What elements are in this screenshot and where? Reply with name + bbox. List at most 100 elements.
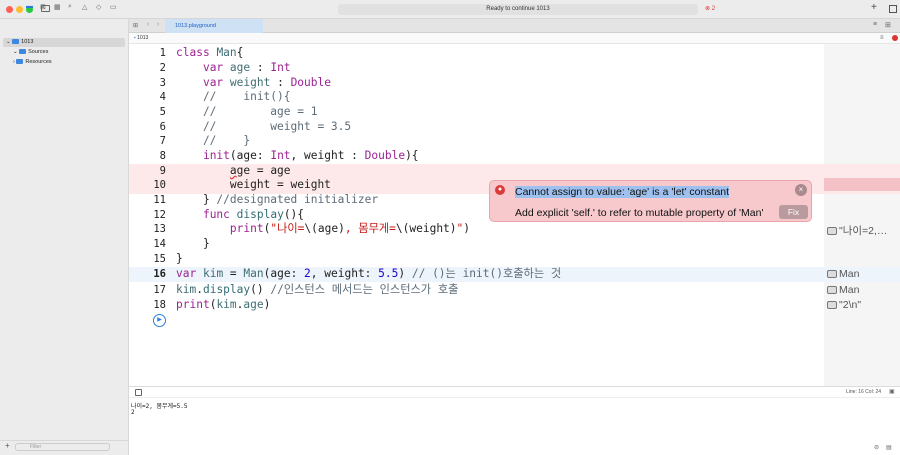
- hide-console-icon[interactable]: [135, 389, 142, 396]
- code-line-3: var weight : Double: [202, 76, 331, 89]
- line-number[interactable]: 17: [129, 283, 166, 298]
- quick-look-icon[interactable]: [827, 270, 837, 279]
- error-indicator-icon[interactable]: [892, 35, 898, 41]
- code-line-12: func display(){: [202, 208, 305, 221]
- line-number[interactable]: 2: [129, 61, 166, 76]
- close-window-button[interactable]: [6, 6, 13, 13]
- result-value: "나이=2,…: [839, 225, 888, 237]
- quick-look-icon[interactable]: [827, 227, 837, 236]
- code-line-16: var kim = Man(age: 2, weight: 5.5) // ()…: [176, 267, 562, 280]
- error-count: 2: [711, 6, 716, 12]
- error-icon: ●: [495, 185, 505, 195]
- sidebar-item-sources[interactable]: ⌄ Sources: [13, 49, 48, 55]
- line-number[interactable]: 8: [129, 149, 166, 164]
- quick-look-icon[interactable]: [827, 301, 837, 310]
- code-line-7: // }: [176, 134, 251, 147]
- line-number[interactable]: 11: [129, 193, 166, 208]
- console-output-line: 나이=2, 몸무게=5.5: [131, 403, 188, 410]
- code-line-13: print("나이=\(age), 몸무게=\(weight)"): [229, 222, 471, 235]
- tab-playground[interactable]: 1013.playground: [165, 19, 263, 33]
- error-popover: Cannot assign to value: 'age' is a 'let'…: [489, 180, 812, 222]
- back-icon[interactable]: ‹: [147, 21, 149, 28]
- folder-icon[interactable]: ▬: [26, 3, 33, 10]
- add-file-icon[interactable]: +: [5, 441, 10, 450]
- add-icon[interactable]: +: [871, 2, 877, 13]
- code-line-17: kim.display() //인스턴스 메서드는 인스턴스가 호출: [176, 283, 459, 296]
- result-line-17[interactable]: Man: [827, 284, 859, 296]
- jump-bar[interactable]: ▪ 1013: [129, 33, 900, 44]
- project-label: 1013: [21, 39, 34, 45]
- inspector-toggle-icon[interactable]: [889, 5, 897, 13]
- tests-icon[interactable]: ◇: [96, 3, 101, 11]
- editor-options-icon[interactable]: ≡: [880, 35, 884, 41]
- project-item[interactable]: ⌄ 1013: [6, 39, 33, 45]
- sidebar-item-label: Resources: [25, 59, 52, 65]
- grid-icon[interactable]: ⊞: [133, 22, 138, 29]
- hierarchy-icon[interactable]: ▦: [54, 3, 61, 11]
- results-sidebar: [824, 44, 900, 386]
- line-number[interactable]: 3: [129, 76, 166, 91]
- warning-icon[interactable]: △: [82, 3, 87, 11]
- run-playground-button[interactable]: ▶: [153, 314, 166, 327]
- folder-icon: [16, 59, 24, 65]
- code-line-11: } //designated initializer: [176, 193, 379, 206]
- fix-button[interactable]: Fix: [779, 205, 808, 219]
- line-number[interactable]: 7: [129, 134, 166, 149]
- line-number[interactable]: 16: [129, 267, 166, 282]
- code-line-15: }: [176, 252, 183, 265]
- code-line-18: print(kim.age): [176, 298, 271, 311]
- line-number[interactable]: 18: [129, 298, 166, 313]
- forward-icon[interactable]: ›: [157, 21, 159, 28]
- line-number[interactable]: 1: [129, 46, 166, 61]
- line-number[interactable]: 4: [129, 90, 166, 105]
- error-title: Cannot assign to value: 'age' is a 'let'…: [515, 186, 730, 198]
- error-message: Cannot assign to value: 'age' is a 'let'…: [515, 186, 730, 198]
- filter-field[interactable]: Filter: [15, 443, 110, 451]
- line-number[interactable]: 10: [129, 178, 166, 193]
- fix-suggestion: Add explicit 'self.' to refer to mutable…: [515, 207, 764, 219]
- console-options-icon[interactable]: ▣: [889, 388, 895, 395]
- result-line-13[interactable]: "나이=2,…: [827, 223, 887, 238]
- line-number[interactable]: 5: [129, 105, 166, 120]
- line-number[interactable]: 9: [129, 164, 166, 179]
- result-value: Man: [839, 268, 860, 280]
- report-icon[interactable]: ▭: [110, 3, 117, 11]
- code-line-5: // age = 1: [176, 105, 318, 118]
- close-error-button[interactable]: ×: [795, 184, 807, 196]
- code-line-2: var age : Int: [202, 61, 291, 74]
- sidebar-item-resources[interactable]: › Resources: [13, 59, 52, 65]
- result-value: "2\n": [839, 299, 862, 311]
- result-line-16[interactable]: Man: [827, 268, 859, 280]
- error-result-bar: [824, 178, 900, 191]
- add-editor-icon[interactable]: ⊞: [885, 21, 891, 29]
- filter-icon[interactable]: ⊜: [874, 444, 879, 451]
- breadcrumb: 1013: [137, 35, 149, 41]
- console-output-line: 2: [131, 409, 135, 416]
- code-line-9: age = age: [229, 164, 291, 177]
- line-number[interactable]: 12: [129, 208, 166, 223]
- source-control-icon[interactable]: ⊠: [40, 3, 46, 11]
- result-line-18[interactable]: "2\n": [827, 299, 861, 311]
- line-number[interactable]: 15: [129, 252, 166, 267]
- result-value: Man: [839, 284, 860, 296]
- line-number[interactable]: 6: [129, 120, 166, 135]
- line-number[interactable]: 14: [129, 237, 166, 252]
- navigator-sidebar: [0, 19, 129, 455]
- cursor-position: Line: 16 Col: 24: [846, 389, 882, 395]
- code-line-1: class Man{: [176, 46, 244, 59]
- code-line-14: }: [176, 237, 210, 250]
- split-editor-icon[interactable]: ≡: [873, 21, 877, 28]
- sidebar-item-label: Sources: [28, 49, 49, 55]
- code-line-6: // weight = 3.5: [176, 120, 352, 133]
- search-icon[interactable]: ⌕: [68, 3, 72, 11]
- code-line-10: weight = weight: [176, 178, 331, 191]
- code-line-8: init(age: Int, weight : Double){: [202, 149, 419, 162]
- quick-look-icon[interactable]: [827, 286, 837, 295]
- trash-icon[interactable]: ▤: [886, 444, 892, 451]
- activity-status: Ready to continue 1013: [338, 4, 698, 15]
- playground-icon: [12, 39, 20, 45]
- minimize-window-button[interactable]: [16, 6, 23, 13]
- line-number[interactable]: 13: [129, 222, 166, 237]
- error-count-badge[interactable]: ⊗ 2: [705, 5, 715, 12]
- folder-icon: [19, 49, 27, 55]
